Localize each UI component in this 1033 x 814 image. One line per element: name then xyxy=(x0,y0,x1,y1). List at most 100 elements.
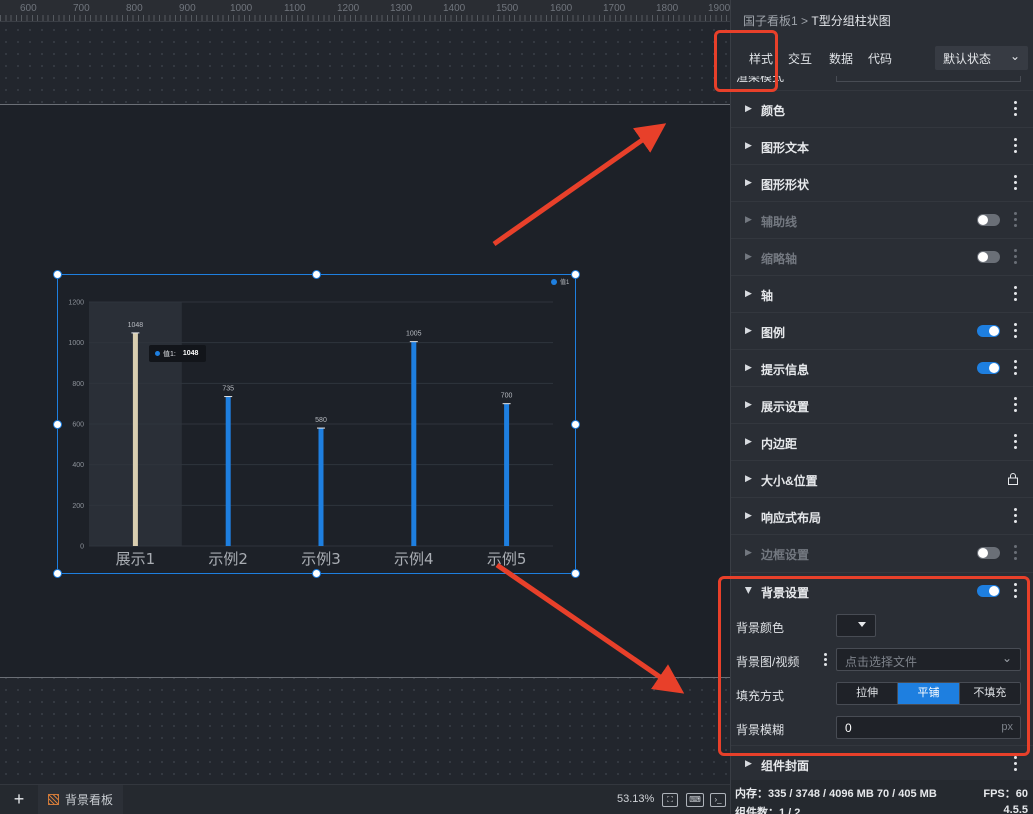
add-board-button[interactable]: + xyxy=(0,789,38,810)
resize-handle-top-right[interactable] xyxy=(571,270,580,279)
state-select[interactable]: 默认状态 ⌄ xyxy=(935,46,1028,70)
section-label: 组件封面 xyxy=(761,759,810,773)
section-toggle[interactable] xyxy=(977,325,1000,337)
section-7[interactable]: ▶ 提示信息 xyxy=(731,349,1033,386)
annotation-highlight-tabs xyxy=(714,30,778,92)
tab-interaction[interactable]: 交互 xyxy=(788,50,812,67)
status-bar: 内存：335 / 3748 / 4096 MB 70 / 405 MB FPS：… xyxy=(731,780,1033,814)
toggle-knob xyxy=(978,215,988,225)
more-icon[interactable] xyxy=(1014,101,1018,117)
canvas-area[interactable]: 600 700 800 900 1000 1100 1200 1300 1400… xyxy=(0,0,730,784)
section-4[interactable]: ▶ 缩略轴 xyxy=(731,238,1033,275)
section-label: 展示设置 xyxy=(761,400,810,414)
section-9[interactable]: ▶ 内边距 xyxy=(731,423,1033,460)
caret-right-icon: ▶ xyxy=(745,758,752,768)
breadcrumb-parent[interactable]: 国子看板1 xyxy=(743,14,798,28)
section-6[interactable]: ▶ 图例 xyxy=(731,312,1033,349)
memory-status: 内存：335 / 3748 / 4096 MB 70 / 405 MB xyxy=(735,788,937,800)
section-label: 内边距 xyxy=(761,437,798,451)
resize-handle-right[interactable] xyxy=(571,420,580,429)
section-toggle[interactable] xyxy=(977,214,1000,226)
tooltip-value: 1048 xyxy=(182,350,199,357)
terminal-icon[interactable]: ›_ xyxy=(710,793,726,807)
section-toggle[interactable] xyxy=(977,547,1000,559)
zoom-level[interactable]: 53.13% xyxy=(617,793,654,805)
annotation-highlight-background xyxy=(718,576,1030,756)
state-select-value: 默认状态 xyxy=(943,51,992,66)
section-label: 辅助线 xyxy=(761,215,798,229)
section-11[interactable]: ▶ 响应式布局 xyxy=(731,497,1033,534)
caret-right-icon: ▶ xyxy=(745,214,752,224)
caret-right-icon: ▶ xyxy=(745,251,752,261)
caret-right-icon: ▶ xyxy=(745,436,752,446)
resize-handle-top[interactable] xyxy=(312,270,321,279)
resize-handle-left[interactable] xyxy=(53,420,62,429)
more-icon[interactable] xyxy=(1014,397,1018,413)
section-label: 颜色 xyxy=(761,104,786,118)
component-count: 组件数：1 / 2 xyxy=(735,807,801,814)
more-icon[interactable] xyxy=(1014,212,1018,228)
breadcrumb-current: T型分组柱状图 xyxy=(811,14,891,28)
section-label: 大小&位置 xyxy=(761,474,818,488)
caret-right-icon: ▶ xyxy=(745,288,752,298)
section-5[interactable]: ▶ 轴 xyxy=(731,275,1033,312)
fit-screen-icon[interactable]: ⛶ xyxy=(662,793,678,807)
resize-handle-bottom-right[interactable] xyxy=(571,569,580,578)
tab-data[interactable]: 数据 xyxy=(829,50,853,67)
section-label: 缩略轴 xyxy=(761,252,798,266)
fps-status: FPS：60 xyxy=(983,788,1028,800)
section-label: 响应式布局 xyxy=(761,511,822,525)
version-label: 4.5.5 xyxy=(1003,804,1028,814)
more-icon[interactable] xyxy=(1014,286,1018,302)
toggle-knob xyxy=(989,363,999,373)
caret-right-icon: ▶ xyxy=(745,547,752,557)
board-tab[interactable]: 背景看板 xyxy=(38,784,124,814)
section-label: 图形文本 xyxy=(761,141,810,155)
chevron-down-icon: ⌄ xyxy=(1009,49,1020,63)
bottom-bar: + 背景看板 53.13% ⛶ ⌨ ›_ xyxy=(0,784,730,814)
section-label: 图形形状 xyxy=(761,178,810,192)
more-icon[interactable] xyxy=(1014,756,1018,772)
section-label: 提示信息 xyxy=(761,363,810,377)
more-icon[interactable] xyxy=(1014,323,1018,339)
section-1[interactable]: ▶ 图形文本 xyxy=(731,127,1033,164)
resize-handle-bottom[interactable] xyxy=(312,569,321,578)
more-icon[interactable] xyxy=(1014,434,1018,450)
section-2[interactable]: ▶ 图形形状 xyxy=(731,164,1033,201)
tooltip-label: 值1: xyxy=(163,350,176,358)
tab-code[interactable]: 代码 xyxy=(868,50,892,67)
lock-icon[interactable] xyxy=(1008,473,1018,485)
section-12[interactable]: ▶ 边框设置 xyxy=(731,534,1033,571)
caret-right-icon: ▶ xyxy=(745,399,752,409)
section-label: 图例 xyxy=(761,326,786,340)
section-toggle[interactable] xyxy=(977,362,1000,374)
section-label: 边框设置 xyxy=(761,548,810,562)
chart-tooltip: 值1: 1048 xyxy=(149,345,207,362)
section-label: 轴 xyxy=(761,289,774,303)
more-icon[interactable] xyxy=(1014,175,1018,191)
toggle-knob xyxy=(978,548,988,558)
caret-right-icon: ▶ xyxy=(745,140,752,150)
more-icon[interactable] xyxy=(1014,138,1018,154)
section-toggle[interactable] xyxy=(977,251,1000,263)
breadcrumb: 国子看板1 > T型分组柱状图 xyxy=(743,12,891,29)
caret-right-icon: ▶ xyxy=(745,325,752,335)
section-0[interactable]: ▶ 颜色 xyxy=(731,90,1033,127)
board-icon xyxy=(48,794,59,805)
resize-handle-top-left[interactable] xyxy=(53,270,62,279)
caret-right-icon: ▶ xyxy=(745,510,752,520)
caret-right-icon: ▶ xyxy=(745,362,752,372)
section-8[interactable]: ▶ 展示设置 xyxy=(731,386,1033,423)
resize-handle-bottom-left[interactable] xyxy=(53,569,62,578)
section-3[interactable]: ▶ 辅助线 xyxy=(731,201,1033,238)
tooltip-marker xyxy=(155,351,160,356)
chart-selection-box[interactable] xyxy=(57,274,576,574)
more-icon[interactable] xyxy=(1014,545,1018,561)
legend-marker xyxy=(551,279,557,285)
caret-right-icon: ▶ xyxy=(745,177,752,187)
more-icon[interactable] xyxy=(1014,508,1018,524)
keyboard-icon[interactable]: ⌨ xyxy=(686,793,704,807)
section-10[interactable]: ▶ 大小&位置 xyxy=(731,460,1033,497)
more-icon[interactable] xyxy=(1014,249,1018,265)
more-icon[interactable] xyxy=(1014,360,1018,376)
